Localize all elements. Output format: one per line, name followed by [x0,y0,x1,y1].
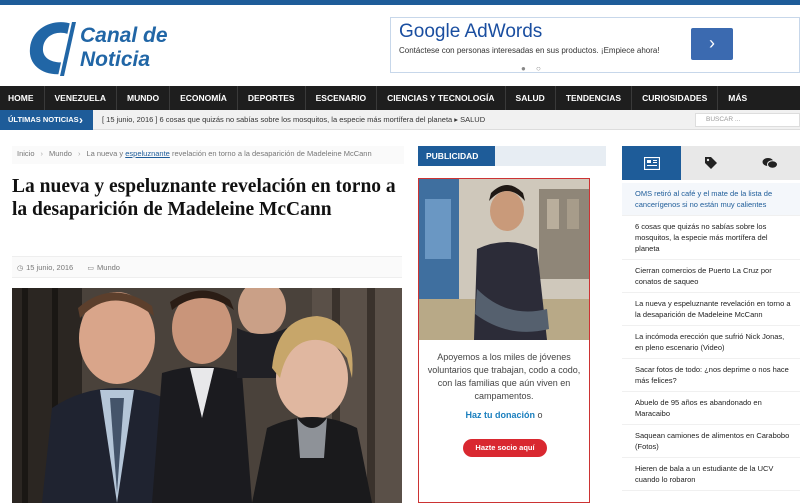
nav-item-deportes[interactable]: DEPORTES [238,86,306,110]
sidebar-item[interactable]: Abuelo de 95 años es abandonado en Marac… [622,392,800,425]
site-logo[interactable]: Canal de Noticia [26,18,176,78]
breadcrumb-current-link[interactable]: espeluznante [125,149,170,158]
article-category[interactable]: Mundo [97,263,120,272]
sidebar-item[interactable]: La incómoda erección que sufrió Nick Jon… [622,326,800,359]
sidebar-item[interactable]: 6 cosas que quizás no sabías sobre los m… [622,216,800,260]
logo-c-icon [29,22,78,76]
breaking-news-ticker[interactable]: [ 15 junio, 2016 ] 6 cosas que quizás no… [102,110,485,130]
tab-comments[interactable] [741,146,800,180]
nav-item-home[interactable]: HOME [0,86,45,110]
donation-link[interactable]: Haz tu donación [465,410,535,420]
breadcrumb-separator: › [77,149,81,158]
sidebar-item[interactable]: Saquean camiones de alimentos en Carabob… [622,425,800,458]
site-header: Canal de Noticia Google AdWords Contácte… [0,5,800,86]
ad-title: Google AdWords [399,21,543,42]
nav-item-venezuela[interactable]: VENEZUELA [45,86,117,110]
sidebar-item[interactable]: Cierran comercios de Puerto La Cruz por … [622,260,800,293]
advertising-donation: Haz tu donación o [425,409,583,422]
google-ad-banner[interactable]: Google AdWords Contáctese con personas i… [390,17,800,73]
tab-recent[interactable] [622,146,682,180]
article-date: 15 junio, 2016 [26,263,74,272]
ad-pager-dots[interactable]: ● ○ [521,64,545,73]
nav-item-salud[interactable]: SALUD [506,86,556,110]
breadcrumb-section[interactable]: Mundo [49,149,72,158]
logo-line-2: Noticia [80,48,151,71]
comments-icon [762,157,779,169]
sidebar-item[interactable]: Sacar fotos de todo: ¿nos deprime o nos … [622,359,800,392]
nav-item-ciencias[interactable]: CIENCIAS Y TECNOLOGÍA [377,86,506,110]
logo-line-1: Canal de [80,24,168,47]
folder-icon: ▭ [87,265,95,272]
sidebar-list: OMS retiró al café y el mate de la lista… [622,183,800,503]
donation-link-tail: o [534,410,543,420]
advertising-header: PUBLICIDAD [418,146,606,166]
breadcrumb-separator: › [40,149,44,158]
article-meta: ◷ 15 junio, 2016 ▭ Mundo [12,256,402,278]
breadcrumb: Inicio › Mundo › La nueva y espeluznante rev… [12,146,404,164]
search-input[interactable]: BUSCAR ... [695,113,800,127]
nav-item-mundo[interactable]: MUNDO [117,86,171,110]
ad-arrow-button[interactable]: › [691,28,733,60]
advertising-text: Apoyemos a los miles de jóvenes voluntar… [427,352,581,401]
sidebar-tabs [622,146,800,180]
tab-tags[interactable] [681,146,740,180]
tag-icon [704,157,717,169]
article-photo [12,288,402,503]
nav-item-curiosidades[interactable]: CURIOSIDADES [632,86,719,110]
breaking-news-bar: ÚLTIMAS NOTICIAS [ 15 junio, 2016 ] 6 co… [0,110,800,130]
nav-item-economia[interactable]: ECONOMÍA [170,86,238,110]
nav-item-escenario[interactable]: ESCENARIO [306,86,378,110]
logo-wordmark: Canal de Noticia [80,24,168,72]
newspaper-icon [643,156,660,170]
nav-item-mas[interactable]: MÁS [718,86,757,110]
advertising-box[interactable]: Apoyemos a los miles de jóvenes voluntar… [418,178,590,503]
nav-item-tendencias[interactable]: TENDENCIAS [556,86,633,110]
main-nav: HOME VENEZUELA MUNDO ECONOMÍA DEPORTES E… [0,86,800,110]
article-title: La nueva y espeluznante revelación en to… [12,176,396,220]
breadcrumb-home[interactable]: Inicio [17,149,35,158]
sidebar-item[interactable]: OMS retiró al café y el mate de la lista… [622,183,800,216]
advertising-photo [419,179,589,340]
sidebar-item[interactable]: La nueva y espeluznante revelación en to… [622,293,800,326]
breadcrumb-current-suffix: revelación en torno a la desaparición de… [169,149,372,158]
breadcrumb-current-prefix: La nueva y [86,149,126,158]
clock-icon: ◷ [17,265,24,272]
sidebar-item[interactable]: Hieren de bala a un estudiante de la UCV… [622,458,800,491]
breaking-news-label: ÚLTIMAS NOTICIAS [0,110,93,130]
ad-text: Contáctese con personas interesadas en s… [399,46,660,55]
article-photo-illustration [12,288,402,503]
advertising-label: PUBLICIDAD [418,146,495,166]
advertising-photo-illustration [419,179,589,340]
become-member-button[interactable]: Hazte socio aquí [463,439,547,457]
